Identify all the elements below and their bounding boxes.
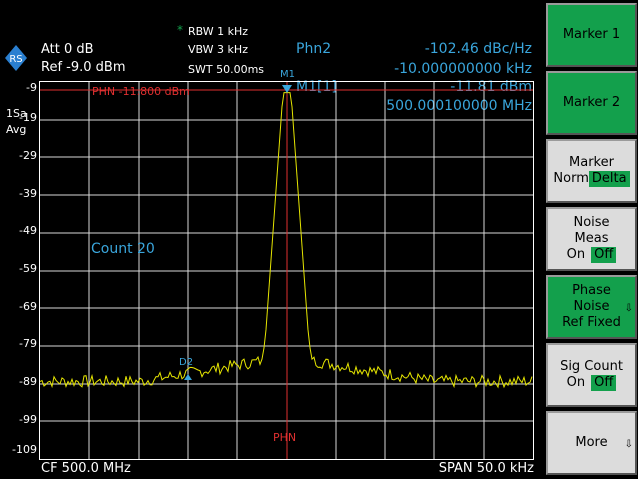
y-tick-label: -99 [19, 413, 37, 426]
reference-level-readout: Ref -9.0 dBm [41, 60, 126, 75]
marker-2-softkey[interactable]: Marker 2 [546, 71, 637, 135]
marker-m1-icon [282, 85, 292, 93]
sig-count-off-option-selected: Off [591, 375, 617, 391]
trace-mode-avg: Avg [6, 123, 27, 136]
noise-on-option: On [566, 247, 586, 262]
noise-label: Noise [573, 215, 610, 230]
y-tick-label: -39 [19, 187, 37, 200]
phase-noise-offset: -10.000000000 kHz [394, 61, 532, 77]
y-tick-label: -109 [12, 443, 37, 456]
marker-2-label: Marker 2 [562, 95, 621, 110]
marker-d2-tag: D2 [179, 357, 194, 368]
phn-bottom-label: PHN [273, 431, 297, 444]
spectrum-trace [40, 92, 533, 389]
marker-1-softkey[interactable]: Marker 1 [546, 3, 637, 67]
svg-text:RS: RS [9, 54, 22, 65]
y-tick-label: -49 [19, 224, 37, 237]
marker-label: Marker [569, 155, 614, 170]
y-tick-label: -9 [26, 81, 37, 94]
y-tick-label: -29 [19, 149, 37, 162]
span-readout: SPAN 50.0 kHz [438, 461, 534, 476]
y-tick-label: -59 [19, 262, 37, 275]
ref-fixed-label: Ref Fixed [562, 315, 621, 330]
vbw-readout: VBW 3 kHz [188, 43, 248, 56]
signal-count-label: Count 20 [91, 241, 155, 257]
noise-label-2: Noise [573, 299, 610, 314]
y-tick-label: -69 [19, 300, 37, 313]
rbw-coupled-star: * [177, 23, 183, 37]
y-tick-label: -89 [19, 375, 37, 388]
marker-norm-delta-softkey[interactable]: Marker Norm Delta [546, 139, 637, 203]
y-tick-label: -19 [19, 111, 37, 124]
phase-noise-value: -102.46 dBc/Hz [424, 41, 532, 57]
center-frequency: CF 500.0 MHz [41, 461, 131, 476]
more-softkey[interactable]: More ⇩ [546, 411, 637, 475]
y-tick-label: -79 [19, 337, 37, 350]
chevron-down-icon: ⇩ [624, 439, 633, 450]
delta-option-selected: Delta [588, 171, 630, 187]
spectrum-trace-svg [40, 82, 533, 459]
marker-1-label: Marker 1 [562, 27, 621, 42]
submenu-arrow-icon: ⇩ [624, 303, 633, 314]
norm-option: Norm [553, 171, 589, 186]
noise-meas-softkey[interactable]: Noise Meas On Off [546, 207, 637, 271]
phase-label: Phase [572, 283, 611, 298]
more-label: More [575, 435, 608, 450]
meas-label: Meas [574, 231, 609, 246]
phn-reference-label: PHN -11.800 dBm [92, 85, 190, 98]
sig-count-label: Sig Count [560, 359, 623, 374]
marker-d2-icon [184, 374, 192, 380]
spectrum-display[interactable]: PHN -11.800 dBm Count 20 M1 D2 PHN [39, 69, 534, 460]
sig-count-on-option: On [566, 375, 586, 390]
sig-count-softkey[interactable]: Sig Count On Off [546, 343, 637, 407]
attenuation-readout: Att 0 dB [41, 42, 94, 57]
rbw-readout: RBW 1 kHz [188, 25, 249, 38]
rohde-schwarz-logo: RS [5, 45, 27, 71]
sweep-time-readout: SWT 50.00ms [188, 63, 265, 76]
phase-noise-ref-fixed-softkey[interactable]: Phase Noise Ref Fixed ⇩ [546, 275, 637, 339]
noise-off-option-selected: Off [591, 247, 617, 263]
phase-noise-label: Phn2 [296, 41, 332, 57]
marker-m1-tag: M1 [280, 69, 295, 80]
